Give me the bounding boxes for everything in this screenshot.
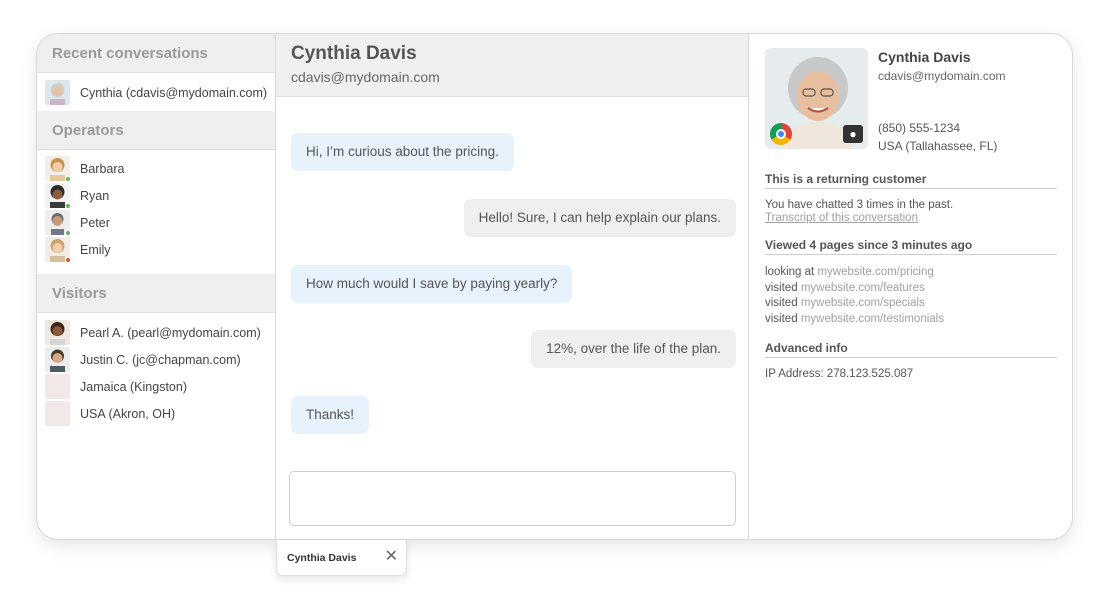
page-visit-url[interactable]: mywebsite.com/specials — [801, 297, 925, 309]
busy-status-dot — [65, 257, 71, 263]
operator-label: Emily — [80, 242, 111, 257]
chrome-icon — [770, 123, 792, 145]
visitor-item[interactable]: Pearl A. (pearl@mydomain.com) — [37, 319, 275, 346]
visitor-label: Jamaica (Kingston) — [80, 379, 187, 394]
visitor-item[interactable]: Justin C. (jc@chapman.com) — [37, 346, 275, 373]
pages-viewed-title: Viewed 4 pages since 3 minutes ago — [765, 238, 1057, 255]
conversation-panel: Cynthia Davis cdavis@mydomain.com Hi, I’… — [276, 34, 749, 539]
recent-conversations-header: Recent conversations — [37, 34, 275, 73]
left-panel: Recent conversations Cynthia (cdavis@myd… — [37, 34, 276, 539]
operator-label: Barbara — [80, 161, 125, 176]
page-visit-verb: visited — [765, 297, 798, 309]
avatar-placeholder — [45, 401, 70, 426]
avatar — [45, 320, 70, 345]
apple-icon: ● — [843, 125, 863, 143]
page-visit-verb: looking at — [765, 266, 815, 278]
page-visit-item: visited mywebsite.com/features — [765, 281, 1057, 297]
visitor-item[interactable]: Jamaica (Kingston) — [37, 373, 275, 400]
ip-address: IP Address: 278.123.525.087 — [765, 368, 914, 380]
avatar — [45, 210, 71, 236]
operator-label: Peter — [80, 215, 110, 230]
page-visit-item: looking at mywebsite.com/pricing — [765, 265, 1057, 281]
recent-conversation-item[interactable]: Cynthia (cdavis@mydomain.com) — [37, 79, 275, 106]
operator-item-emily[interactable]: Emily — [37, 236, 275, 263]
page-visit-url[interactable]: mywebsite.com/testimonials — [801, 313, 944, 325]
avatar-placeholder — [45, 374, 70, 399]
operators-header: Operators — [37, 111, 275, 150]
page-visit-item: visited mywebsite.com/testimonials — [765, 312, 1057, 328]
recent-conversation-label: Cynthia (cdavis@mydomain.com) — [80, 85, 268, 100]
message-bubble-operator: Hello! Sure, I can help explain our plan… — [463, 199, 736, 237]
avatar — [45, 80, 70, 105]
visitor-info-panel: ● Cynthia Davis cdavis@mydomain.com (850… — [749, 34, 1072, 539]
operator-item-ryan[interactable]: Ryan — [37, 182, 275, 209]
page-visit-verb: visited — [765, 312, 798, 325]
close-icon[interactable]: ✕ — [385, 549, 398, 565]
contact-name: Cynthia Davis — [878, 49, 971, 65]
page-visit-url[interactable]: mywebsite.com/pricing — [817, 266, 933, 278]
avatar — [45, 237, 71, 263]
conversation-email: cdavis@mydomain.com — [291, 69, 440, 85]
conversation-name: Cynthia Davis — [291, 43, 417, 64]
visitor-label: Pearl A. (pearl@mydomain.com) — [80, 325, 261, 340]
contact-email: cdavis@mydomain.com — [878, 69, 1006, 83]
returning-customer-title: This is a returning customer — [765, 172, 1057, 189]
operator-label: Ryan — [80, 188, 110, 203]
avatar — [45, 156, 71, 182]
visitor-label: USA (Akron, OH) — [80, 406, 176, 421]
operator-item-peter[interactable]: Peter — [37, 209, 275, 236]
chat-history-text: You have chatted 3 times in the past. — [765, 199, 954, 211]
contact-location: USA (Tallahassee, FL) — [878, 139, 998, 153]
avatar — [45, 347, 70, 372]
transcript-link[interactable]: Transcript of this conversation — [765, 212, 1057, 224]
page-visit-verb: visited — [765, 281, 798, 294]
avatar — [45, 183, 71, 209]
page-visit-url[interactable]: mywebsite.com/features — [801, 282, 925, 294]
chat-window: Recent conversations Cynthia (cdavis@myd… — [36, 33, 1073, 540]
message-bubble-operator: 12%, over the life of the plan. — [531, 330, 736, 368]
message-bubble-visitor: How much would I save by paying yearly? — [291, 265, 573, 303]
message-bubble-visitor: Thanks! — [291, 396, 370, 434]
visitor-item[interactable]: USA (Akron, OH) — [37, 400, 275, 427]
contact-phone: (850) 555-1234 — [878, 121, 961, 135]
visitors-header: Visitors — [37, 274, 275, 313]
conversation-header: Cynthia Davis cdavis@mydomain.com — [276, 34, 748, 97]
operator-item-barbara[interactable]: Barbara — [37, 155, 275, 182]
contact-info: Cynthia Davis cdavis@mydomain.com (850) … — [878, 49, 1006, 153]
page-visit-item: visited mywebsite.com/specials — [765, 296, 1057, 312]
advanced-info-title: Advanced info — [765, 341, 1057, 358]
message-bubble-visitor: Hi, I’m curious about the pricing. — [291, 133, 514, 171]
visitor-label: Justin C. (jc@chapman.com) — [80, 352, 241, 367]
visitor-photo: ● — [765, 48, 868, 149]
conversation-tab[interactable]: Cynthia Davis ✕ — [276, 540, 407, 576]
message-input[interactable] — [289, 471, 736, 526]
conversation-tab-label: Cynthia Davis — [287, 552, 357, 564]
